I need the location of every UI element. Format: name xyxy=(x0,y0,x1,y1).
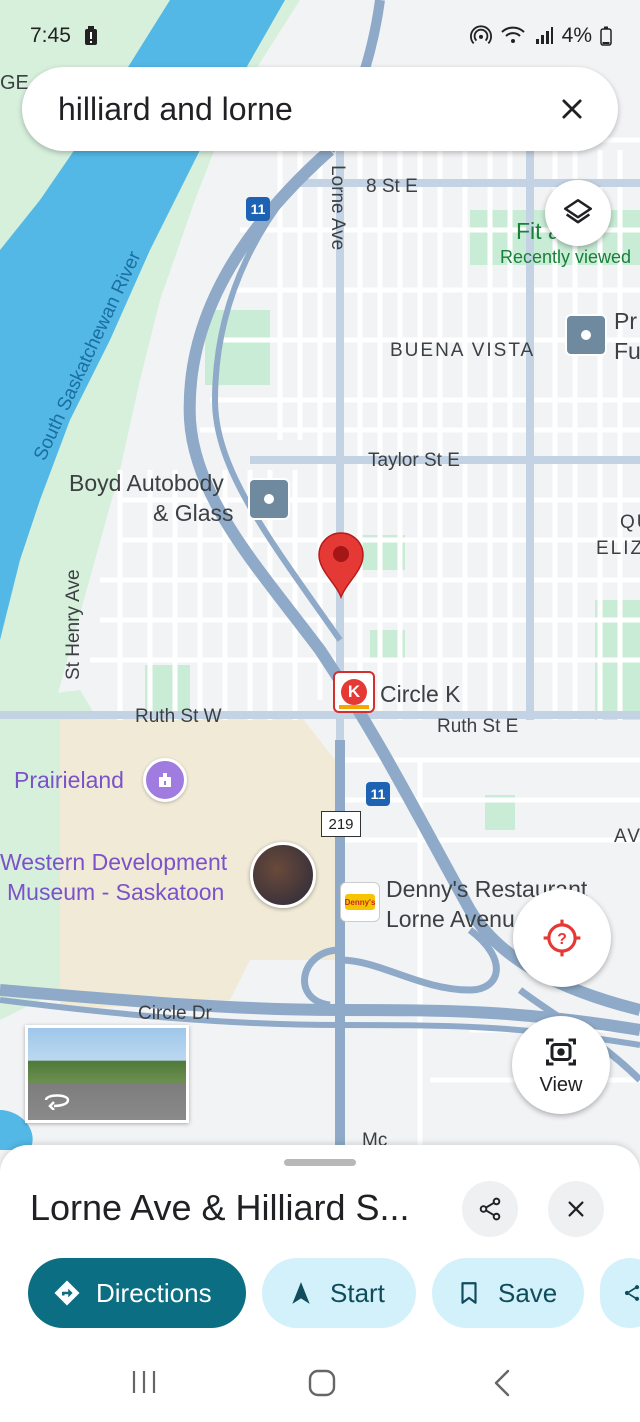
poi-wdm-label[interactable]: Western Development xyxy=(0,849,227,876)
close-icon xyxy=(568,1201,584,1217)
place-title: Lorne Ave & Hilliard S... xyxy=(30,1187,410,1228)
back-icon[interactable] xyxy=(490,1368,514,1398)
start-button[interactable]: Start xyxy=(262,1258,416,1328)
hotspot-icon xyxy=(469,25,492,44)
map-view[interactable]: GE 8 St E Lorne Ave Taylor St E Ruth St … xyxy=(0,0,640,1150)
poi-recently-viewed: Recently viewed xyxy=(500,247,632,267)
edge-label-qu: QU xyxy=(620,512,640,533)
layers-icon xyxy=(563,198,593,224)
close-icon xyxy=(562,99,582,119)
poi-fu-label[interactable]: Fu xyxy=(614,338,640,365)
system-nav-bar xyxy=(0,1340,640,1422)
rotate-360-icon xyxy=(44,1094,70,1110)
close-sheet-button[interactable] xyxy=(548,1181,604,1237)
street-label-ruth-w: Ruth St W xyxy=(135,706,222,727)
poi-dennys-label-2[interactable]: Lorne Avenu xyxy=(386,906,515,933)
start-label: Start xyxy=(330,1277,385,1308)
poi-circlek-label[interactable]: Circle K xyxy=(380,681,461,708)
directions-button[interactable]: Directions xyxy=(28,1258,246,1328)
sheet-drag-handle[interactable] xyxy=(284,1159,356,1166)
neighbourhood-label: BUENA VISTA xyxy=(390,340,536,361)
dennys-logo-icon[interactable]: Denny's xyxy=(340,882,380,922)
share-chip[interactable] xyxy=(600,1258,640,1328)
svg-text:?: ? xyxy=(557,931,567,948)
battery-alert-icon xyxy=(85,26,97,45)
share-icon xyxy=(479,1197,501,1221)
status-time: 7:45 xyxy=(30,24,71,47)
share-button[interactable] xyxy=(462,1181,518,1237)
lens-camera-icon xyxy=(546,1038,576,1065)
poi-boyd-icon[interactable] xyxy=(248,478,290,520)
view-button[interactable]: View xyxy=(512,1016,610,1114)
poi-pin-icon[interactable] xyxy=(565,314,607,356)
save-button[interactable]: Save xyxy=(432,1258,584,1328)
save-label: Save xyxy=(498,1277,558,1308)
status-bar: 7:45 4% xyxy=(0,0,640,70)
street-label-ruth-e: Ruth St E xyxy=(437,716,519,737)
poi-boyd-label[interactable]: Boyd Autobody xyxy=(69,470,224,497)
search-bar[interactable]: hilliard and lorne xyxy=(22,67,618,151)
street-label-taylor: Taylor St E xyxy=(368,450,460,471)
battery-icon xyxy=(600,26,612,46)
street-label-st-henry: St Henry Ave xyxy=(63,569,84,680)
edge-label-av: AV xyxy=(614,826,640,847)
wifi-icon xyxy=(500,26,525,43)
signal-icon xyxy=(535,27,553,44)
my-location-button[interactable]: ? xyxy=(513,889,611,987)
battery-percent: 4% xyxy=(561,24,592,47)
poi-boyd-label-2[interactable]: & Glass xyxy=(153,500,234,527)
street-label-lorne: Lorne Ave xyxy=(327,165,348,251)
venue-icon[interactable] xyxy=(143,758,187,802)
highway-shield-11: 11 xyxy=(366,782,390,806)
street-label-8th: 8 St E xyxy=(366,176,418,197)
navigation-arrow-icon xyxy=(292,1282,310,1304)
search-query[interactable]: hilliard and lorne xyxy=(58,91,293,128)
poi-prairieland-label[interactable]: Prairieland xyxy=(14,767,124,794)
poi-pr-label[interactable]: Pr xyxy=(614,308,637,335)
poi-wdm-label-2[interactable]: Museum - Saskatoon xyxy=(7,879,224,906)
street-view-thumbnail[interactable] xyxy=(25,1025,189,1123)
bookmark-icon xyxy=(461,1282,477,1304)
location-pin-icon[interactable] xyxy=(316,531,366,599)
share-icon xyxy=(624,1285,640,1301)
home-icon[interactable] xyxy=(307,1368,337,1398)
view-label: View xyxy=(539,1073,583,1096)
wdm-photo-thumbnail[interactable] xyxy=(250,842,316,908)
street-label-circle-dr: Circle Dr xyxy=(138,1003,212,1024)
edge-label-eliz: ELIZ xyxy=(596,538,640,559)
recents-icon[interactable] xyxy=(130,1368,158,1396)
location-unknown-icon: ? xyxy=(543,919,581,957)
highway-shield-219: 219 xyxy=(321,811,361,837)
highway-shield-11: 11 xyxy=(246,197,270,221)
layers-button[interactable] xyxy=(545,180,611,246)
directions-icon xyxy=(54,1280,80,1306)
circlek-logo-icon[interactable]: K xyxy=(333,671,375,713)
clear-search-button[interactable] xyxy=(548,85,596,133)
directions-label: Directions xyxy=(96,1277,212,1308)
